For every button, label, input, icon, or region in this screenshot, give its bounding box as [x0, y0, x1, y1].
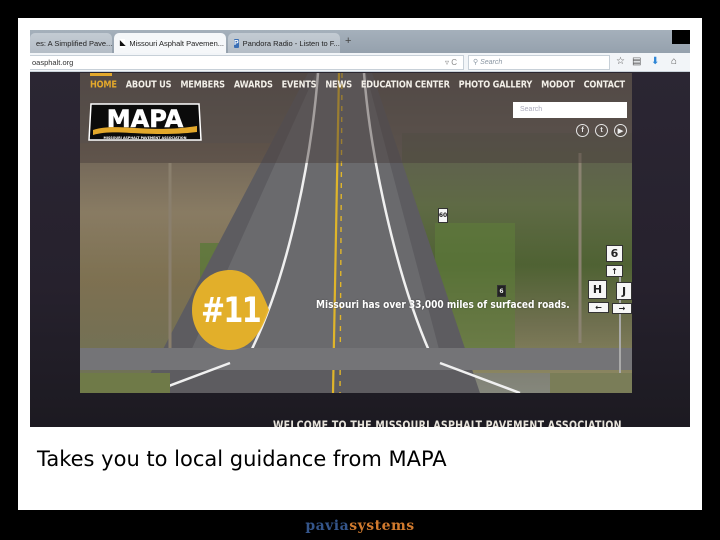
navigation-bar: oasphalt.org ▿ C ⚲ Search ☆ ▤ ⬇ ⌂ — [30, 53, 690, 72]
url-text: oasphalt.org — [32, 58, 74, 67]
fact-number: #11 — [201, 291, 262, 331]
facebook-icon[interactable]: f — [576, 124, 589, 137]
site-search-placeholder: Search — [520, 106, 543, 113]
bookmark-star-icon[interactable]: ☆ — [616, 56, 625, 68]
tab-mapa[interactable]: ◣ Missouri Asphalt Pavemen... × — [114, 33, 226, 53]
home-icon[interactable]: ⌂ — [671, 56, 677, 68]
nav-education-center[interactable]: EDUCATION CENTER — [361, 78, 450, 90]
logo-tagline: MISSOURI ASPHALT PAVEMENT ASSOCIATION — [104, 136, 187, 140]
mapa-logo[interactable]: MAPA MISSOURI ASPHALT PAVEMENT ASSOCIATI… — [87, 100, 203, 144]
reload-icon[interactable]: ▿ C — [445, 58, 457, 68]
welcome-heading: WELCOME TO THE MISSOURI ASPHALT PAVEMENT… — [273, 418, 622, 427]
url-bar[interactable]: oasphalt.org ▿ C — [30, 55, 464, 70]
browser-screenshot: es: A Simplified Pave... × ◣ Missouri As… — [30, 30, 690, 427]
fact-text: Missouri has over 33,000 miles of surfac… — [316, 298, 570, 311]
nav-home[interactable]: HOME — [90, 78, 117, 90]
youtube-icon[interactable]: ▶ — [614, 124, 627, 137]
nav-modot[interactable]: MODOT — [541, 78, 575, 90]
twitter-icon[interactable]: t — [595, 124, 608, 137]
nav-members[interactable]: MEMBERS — [180, 78, 225, 90]
tab-simplified-pavement[interactable]: es: A Simplified Pave... × — [30, 33, 112, 53]
pandora-favicon-icon: P — [234, 38, 239, 48]
speed-limit-sign: 60 — [438, 208, 448, 223]
reading-list-icon[interactable]: ▤ — [632, 56, 641, 68]
tab-label: Pandora Radio - Listen to F... — [242, 38, 340, 48]
tab-strip: es: A Simplified Pave... × ◣ Missouri As… — [30, 30, 690, 53]
tab-label: Missouri Asphalt Pavemen... — [129, 38, 225, 48]
route-marker-small: 6 — [497, 285, 506, 297]
arrow-left-sign: ← — [588, 302, 609, 313]
new-tab-button[interactable]: + — [345, 35, 351, 47]
mapa-favicon-icon: ◣ — [120, 38, 126, 48]
route-6-sign: 6 — [606, 245, 623, 262]
download-icon[interactable]: ⬇ — [651, 56, 659, 68]
slide-caption: Takes you to local guidance from MAPA — [37, 447, 447, 471]
nav-awards[interactable]: AWARDS — [234, 78, 273, 90]
site-search-input[interactable]: Search — [513, 102, 627, 118]
brand-footer: paviasystems — [0, 518, 720, 534]
browser-search-input[interactable]: ⚲ Search — [468, 55, 610, 70]
brand-part-pavia: pavia — [305, 518, 350, 534]
active-nav-indicator — [90, 73, 112, 76]
mapa-website: 60 6 6 ↑ H J ← → HOME ABOUT US MEMBERS A… — [30, 73, 690, 427]
arrow-right-sign: → — [612, 303, 632, 314]
occluded-region — [672, 30, 690, 44]
route-h-sign: H — [588, 280, 607, 299]
nav-news[interactable]: NEWS — [325, 78, 352, 90]
site-main-nav: HOME ABOUT US MEMBERS AWARDS EVENTS NEWS… — [90, 78, 634, 90]
arrow-up-sign: ↑ — [606, 265, 623, 277]
tab-pandora[interactable]: P Pandora Radio - Listen to F... × — [228, 33, 340, 53]
brand-part-systems: systems — [349, 518, 415, 534]
nav-about-us[interactable]: ABOUT US — [126, 78, 172, 90]
nav-photo-gallery[interactable]: PHOTO GALLERY — [459, 78, 533, 90]
nav-events[interactable]: EVENTS — [282, 78, 317, 90]
search-placeholder: Search — [480, 59, 503, 66]
route-j-sign: J — [616, 282, 632, 300]
tab-label: es: A Simplified Pave... — [36, 38, 112, 48]
nav-contact[interactable]: CONTACT — [584, 78, 626, 90]
